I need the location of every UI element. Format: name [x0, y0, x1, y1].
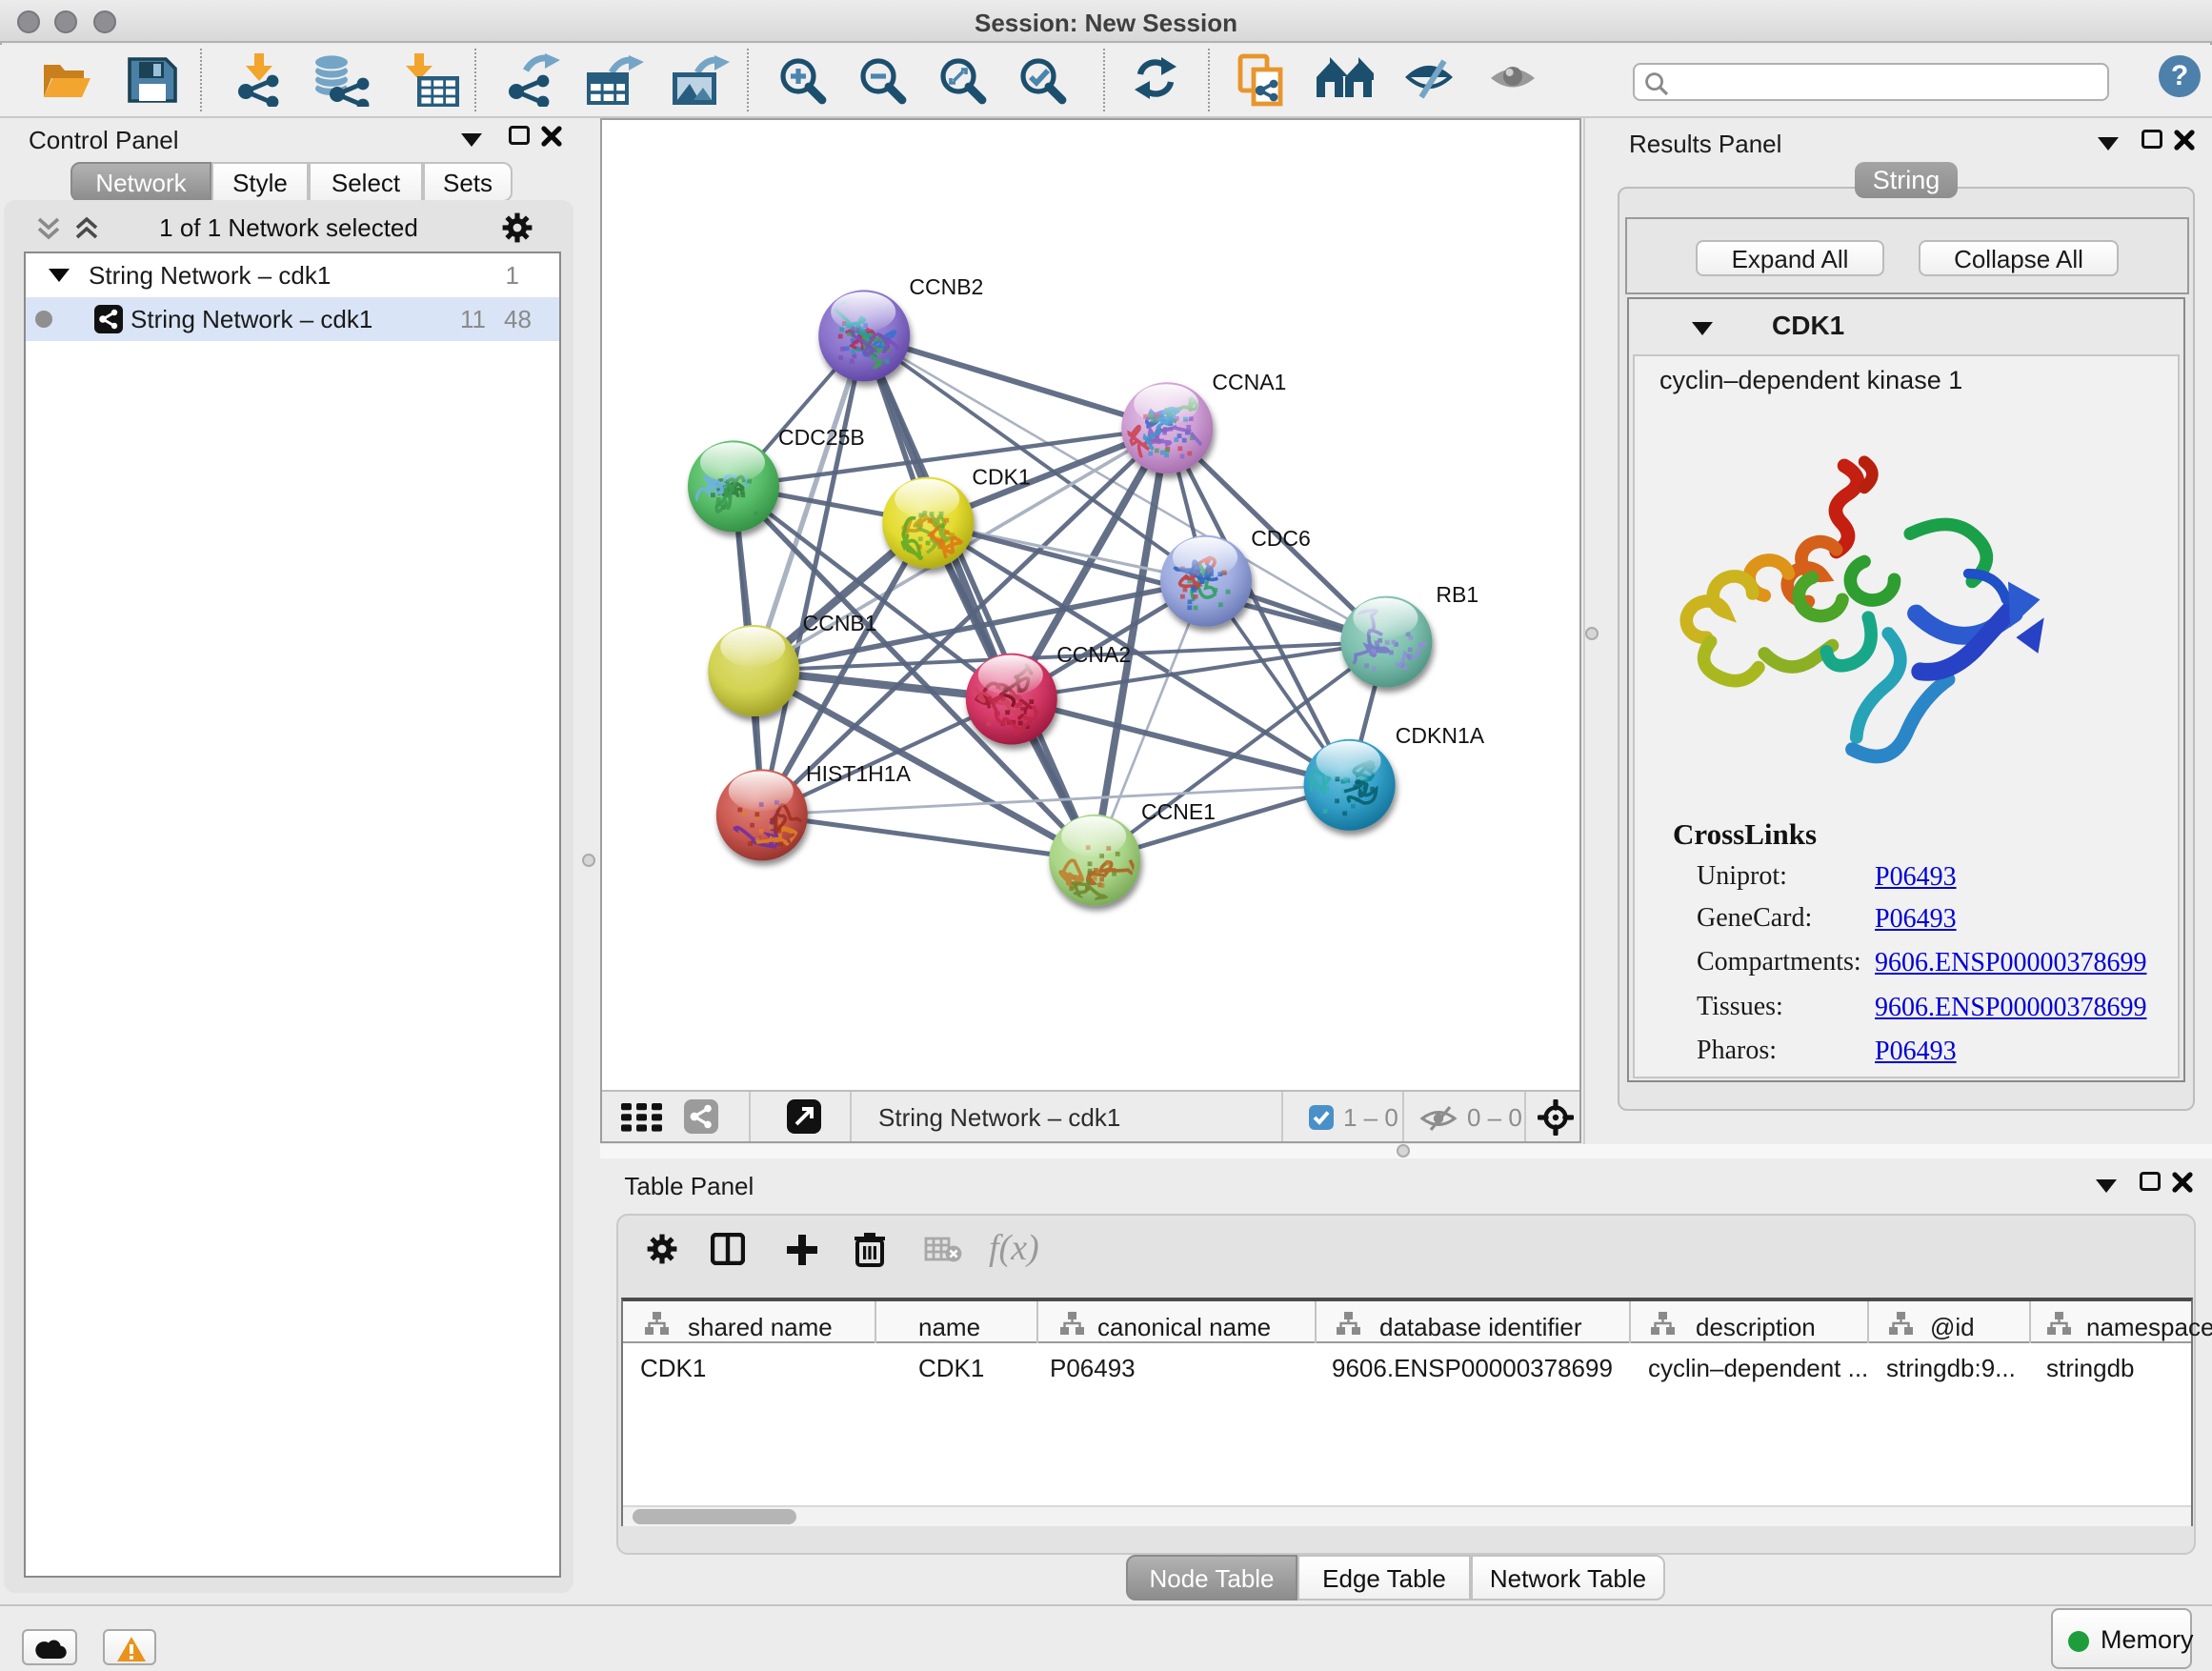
svg-text:CDC6: CDC6: [1251, 526, 1311, 551]
svg-text:CCNB1: CCNB1: [803, 611, 877, 635]
svg-text:CCNE1: CCNE1: [1141, 799, 1216, 824]
svg-text:CCNA1: CCNA1: [1212, 370, 1286, 394]
svg-text:RB1: RB1: [1436, 582, 1478, 607]
svg-text:CDK1: CDK1: [972, 465, 1030, 490]
svg-text:CDC25B: CDC25B: [778, 425, 865, 450]
svg-text:CCNA2: CCNA2: [1056, 642, 1131, 667]
svg-text:HIST1H1A: HIST1H1A: [806, 761, 912, 786]
svg-text:CCNB2: CCNB2: [909, 274, 983, 299]
svg-text:CDKN1A: CDKN1A: [1396, 723, 1485, 748]
